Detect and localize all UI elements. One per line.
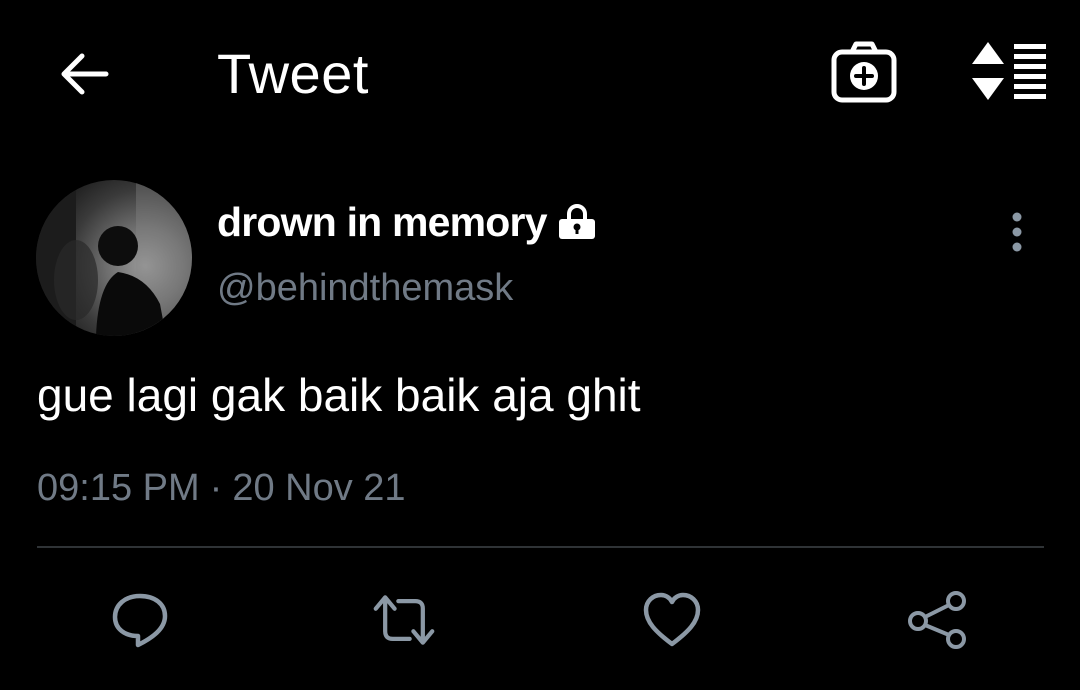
more-options-button[interactable]: [996, 206, 1038, 258]
reply-button[interactable]: [108, 588, 172, 652]
share-icon: [908, 591, 966, 649]
sort-button[interactable]: [966, 40, 1050, 104]
page-title: Tweet: [217, 42, 369, 105]
user-handle[interactable]: @behindthemask: [217, 264, 513, 312]
tweet-time: 09:15 PM: [37, 467, 200, 509]
vertical-ellipsis-icon: [1012, 212, 1022, 252]
camera-plus-icon: [831, 41, 897, 103]
retweet-icon: [373, 595, 435, 645]
camera-button[interactable]: [828, 40, 900, 106]
avatar[interactable]: [36, 180, 192, 336]
retweet-button[interactable]: [372, 588, 436, 652]
display-name[interactable]: drown in memory: [217, 196, 597, 248]
heart-icon: [643, 592, 701, 647]
share-button[interactable]: [906, 588, 970, 652]
arrow-left-icon: [61, 53, 109, 95]
tweet-timestamp: 09:15 PM · 20 Nov 21: [37, 464, 406, 512]
lock-icon: [557, 202, 597, 242]
like-button[interactable]: [640, 588, 704, 652]
tweet-text: gue lagi gak baik baik aja ghit: [37, 369, 641, 421]
reply-bubble-icon: [112, 593, 168, 648]
back-button[interactable]: [52, 46, 116, 102]
display-name-text: drown in memory: [217, 199, 548, 245]
avatar-photo: [36, 180, 192, 336]
tweet-date: 20 Nov 21: [232, 467, 406, 509]
sort-list-icon: [972, 42, 1046, 100]
divider: [37, 546, 1044, 548]
meta-separator: ·: [209, 467, 223, 509]
